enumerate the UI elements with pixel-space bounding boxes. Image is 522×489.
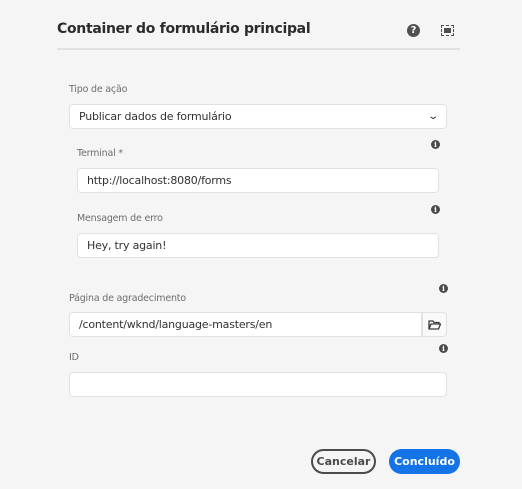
dialog-title: Container do formulário principal	[57, 21, 311, 37]
endpoint-input[interactable]: http://localhost:8080/forms	[77, 168, 439, 193]
chevron-down-icon: ⌄	[427, 111, 439, 122]
done-button[interactable]: Concluído	[389, 449, 460, 474]
folder-icon	[428, 319, 441, 330]
error-message-input[interactable]: Hey, try again!	[77, 233, 439, 258]
thank-you-page-input[interactable]: /content/wknd/language-masters/en	[69, 312, 422, 337]
info-icon[interactable]: i	[439, 284, 448, 293]
error-message-label: Mensagem de erro	[77, 213, 163, 224]
action-type-select[interactable]: Publicar dados de formulário ⌄	[69, 104, 447, 129]
thank-you-page-label: Página de agradecimento	[69, 293, 186, 304]
browse-button[interactable]	[422, 312, 447, 337]
info-icon[interactable]: i	[431, 140, 440, 149]
fullscreen-icon[interactable]	[441, 25, 454, 36]
info-icon[interactable]: i	[439, 344, 448, 353]
id-label: ID	[69, 352, 79, 363]
cancel-button[interactable]: Cancelar	[311, 449, 376, 474]
action-type-value: Publicar dados de formulário	[79, 110, 232, 123]
header-divider	[57, 48, 460, 50]
endpoint-label: Terminal *	[77, 148, 123, 159]
help-icon[interactable]: ?	[407, 24, 420, 37]
id-input[interactable]	[69, 372, 447, 397]
info-icon[interactable]: i	[431, 205, 440, 214]
action-type-label: Tipo de ação	[69, 84, 128, 95]
